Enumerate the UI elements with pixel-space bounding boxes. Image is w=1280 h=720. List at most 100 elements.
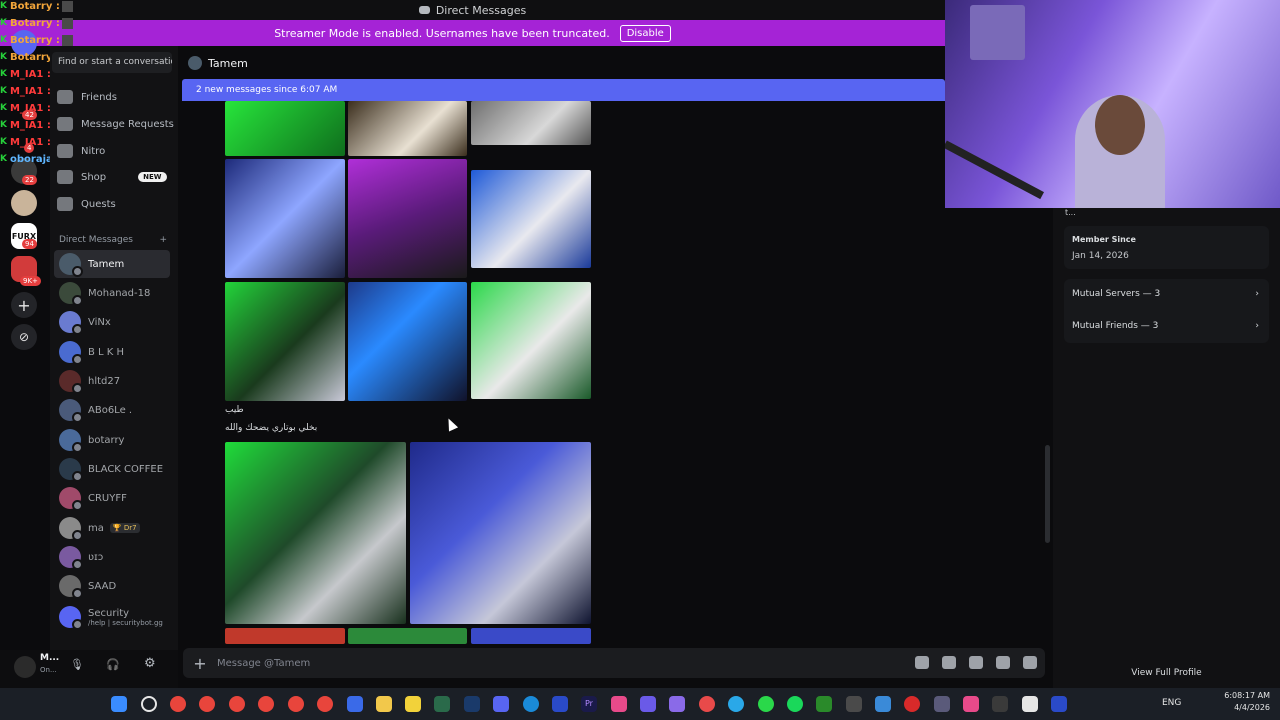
message-image[interactable] xyxy=(471,170,591,268)
gif-icon[interactable] xyxy=(942,656,956,669)
headset-icon[interactable]: 🎧 xyxy=(106,658,120,671)
dm-item[interactable]: BLACK COFFEE xyxy=(54,455,170,483)
member-since-label: Member Since xyxy=(1072,235,1136,244)
nav-nitro[interactable]: Nitro xyxy=(57,139,105,163)
language-indicator[interactable]: ENG xyxy=(1162,698,1181,708)
file-explorer-icon[interactable] xyxy=(376,696,392,712)
app-icon[interactable] xyxy=(1022,696,1038,712)
app-icon[interactable] xyxy=(875,696,891,712)
settings-gear-icon[interactable]: ⚙ xyxy=(144,656,156,671)
chat-scrollbar[interactable] xyxy=(1045,445,1050,543)
sticker-icon[interactable] xyxy=(969,656,983,669)
view-full-profile-button[interactable]: View Full Profile xyxy=(1053,660,1280,686)
window-title: Direct Messages xyxy=(435,3,527,17)
message-image[interactable] xyxy=(348,159,467,278)
apps-icon[interactable] xyxy=(1023,656,1037,669)
message-image[interactable] xyxy=(348,101,467,156)
photoshop-icon[interactable] xyxy=(552,696,568,712)
create-dm-button[interactable]: + xyxy=(159,235,167,245)
discord-icon[interactable] xyxy=(493,696,509,712)
message-image[interactable] xyxy=(471,101,591,145)
message-image[interactable] xyxy=(225,101,345,156)
dm-item[interactable]: ABo6Le . xyxy=(54,396,170,424)
avatar xyxy=(59,429,83,453)
message-image[interactable] xyxy=(471,282,591,399)
dm-item[interactable]: SAAD xyxy=(54,572,170,600)
steam-icon[interactable] xyxy=(464,696,480,712)
whatsapp-icon[interactable] xyxy=(758,696,774,712)
dm-item-tamem[interactable]: Tamem xyxy=(54,250,170,278)
disable-streamer-button[interactable]: Disable xyxy=(619,24,671,42)
avatar[interactable] xyxy=(14,656,36,678)
avatar xyxy=(59,487,83,511)
explore-icon[interactable]: ⊘ xyxy=(11,324,37,350)
message-input[interactable]: Message @Tamem xyxy=(217,658,310,669)
app-icon[interactable] xyxy=(699,696,715,712)
chrome-icon[interactable] xyxy=(288,696,304,712)
app-icon[interactable] xyxy=(640,696,656,712)
nav-message-requests[interactable]: Message Requests xyxy=(57,112,174,136)
dm-item[interactable]: CRUYFF xyxy=(54,484,170,512)
mutual-servers-row[interactable]: Mutual Servers — 3 › xyxy=(1072,281,1259,307)
message-image[interactable] xyxy=(225,442,406,624)
teams-icon[interactable] xyxy=(669,696,685,712)
dm-item[interactable]: ma 🏆 Dr7 xyxy=(54,514,170,542)
premiere-icon[interactable]: Pr xyxy=(581,696,597,712)
search-icon[interactable] xyxy=(141,696,157,712)
search-input[interactable]: Find or start a conversation xyxy=(52,52,172,73)
server-icon[interactable] xyxy=(11,190,37,216)
chrome-icon[interactable] xyxy=(199,696,215,712)
add-server-icon[interactable]: + xyxy=(11,292,37,318)
gift-icon[interactable] xyxy=(915,656,929,669)
app-icon[interactable] xyxy=(611,696,627,712)
message-image[interactable] xyxy=(348,282,467,401)
app-icon[interactable] xyxy=(904,696,920,712)
dm-item[interactable]: ViNx xyxy=(54,308,170,336)
chrome-icon[interactable] xyxy=(258,696,274,712)
chrome-icon[interactable] xyxy=(229,696,245,712)
emoji-icon[interactable] xyxy=(996,656,1010,669)
mutual-friends-row[interactable]: Mutual Friends — 3 › xyxy=(1072,313,1259,339)
app-icon[interactable] xyxy=(846,696,862,712)
app-icon[interactable] xyxy=(347,696,363,712)
message-image[interactable] xyxy=(471,628,591,644)
microphone-icon[interactable]: 🎙 xyxy=(70,658,84,671)
nav-shop[interactable]: Shop NEW xyxy=(57,165,167,189)
clock-time: 6:08:17 AM xyxy=(1224,691,1270,700)
message-image[interactable] xyxy=(410,442,591,624)
chevron-right-icon: › xyxy=(1255,321,1259,331)
message-image[interactable] xyxy=(348,628,467,644)
photoshop-icon[interactable] xyxy=(1051,696,1067,712)
start-icon[interactable] xyxy=(111,696,127,712)
chrome-icon[interactable] xyxy=(317,696,333,712)
attach-plus-icon[interactable]: + xyxy=(183,654,217,673)
shop-icon xyxy=(57,170,73,184)
nav-friends[interactable]: Friends xyxy=(57,85,117,109)
clock-date: 4/4/2026 xyxy=(1234,703,1270,712)
message-image[interactable] xyxy=(225,282,345,401)
dm-item[interactable]: B L K H xyxy=(54,338,170,366)
spotify-icon[interactable] xyxy=(787,696,803,712)
app-icon[interactable] xyxy=(434,696,450,712)
nav-quests[interactable]: Quests xyxy=(57,192,116,216)
app-icon[interactable] xyxy=(405,696,421,712)
dm-item[interactable]: hltd27 xyxy=(54,367,170,395)
app-icon[interactable] xyxy=(992,696,1008,712)
avatar xyxy=(59,399,83,423)
app-icon[interactable] xyxy=(963,696,979,712)
chrome-icon[interactable] xyxy=(170,696,186,712)
dm-item[interactable]: botarry xyxy=(54,426,170,454)
dm-item[interactable]: ʋɪɔ xyxy=(54,543,170,571)
telegram-icon[interactable] xyxy=(728,696,744,712)
edge-icon[interactable] xyxy=(523,696,539,712)
chat-recipient-name[interactable]: Tamem xyxy=(208,57,248,70)
message-image[interactable] xyxy=(225,628,345,644)
message-composer[interactable]: + Message @Tamem xyxy=(183,648,1045,678)
xbox-icon[interactable] xyxy=(816,696,832,712)
new-messages-bar[interactable]: 2 new messages since 6:07 AM xyxy=(182,79,945,101)
app-icon[interactable] xyxy=(934,696,950,712)
message-image[interactable] xyxy=(225,159,345,278)
dm-item[interactable]: Security/help | securitybot.gg xyxy=(54,602,170,632)
system-clock[interactable]: 6:08:17 AM 4/4/2026 xyxy=(1224,690,1270,714)
dm-item[interactable]: Mohanad-18 xyxy=(54,279,170,307)
